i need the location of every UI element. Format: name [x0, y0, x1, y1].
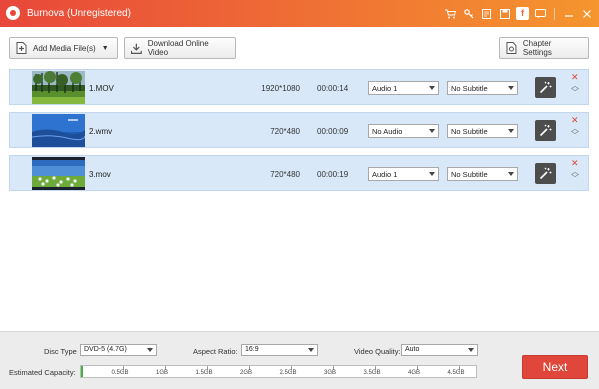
estimated-capacity-label: Estimated Capacity: — [9, 368, 76, 377]
cart-icon[interactable] — [444, 7, 457, 20]
capacity-tick-label: 3.5GB — [363, 370, 381, 376]
move-down-icon[interactable]: ﹀ — [571, 89, 579, 97]
key-icon[interactable] — [462, 7, 475, 20]
dropdown-arrow-icon — [429, 86, 435, 90]
burnova-logo-icon — [6, 6, 20, 20]
capacity-tick-label: 0.5GB — [111, 370, 129, 376]
audio-track-select[interactable]: Audio 1 — [368, 167, 439, 181]
capacity-tick-label: 4.5GB — [447, 370, 465, 376]
register-icon[interactable] — [480, 7, 493, 20]
file-name: 3.mov — [89, 170, 111, 179]
minimize-icon[interactable] — [562, 7, 575, 20]
dropdown-arrow-icon — [508, 172, 514, 176]
magic-wand-icon — [539, 124, 552, 137]
chapter-settings-label: Chapter Settings — [522, 39, 552, 57]
title-bar-separator — [554, 7, 555, 20]
audio-track-value: Audio 1 — [372, 170, 398, 179]
next-button[interactable]: Next — [522, 355, 588, 379]
dropdown-arrow-icon — [508, 86, 514, 90]
disc-type-value: DVD-5 (4.7G) — [84, 346, 127, 353]
file-resolution: 1920*1080 — [261, 84, 300, 93]
capacity-tick-label: 1GB — [155, 370, 169, 376]
audio-track-select[interactable]: No Audio — [368, 124, 439, 138]
facebook-icon[interactable]: f — [516, 7, 529, 20]
file-resolution: 720*480 — [270, 127, 300, 136]
video-thumbnail — [32, 157, 85, 190]
edit-video-button[interactable] — [535, 163, 556, 184]
audio-track-select[interactable]: Audio 1 — [368, 81, 439, 95]
file-row[interactable]: 2.wmv 720*480 00:00:09 No Audio No Subti… — [9, 112, 589, 148]
audio-track-value: Audio 1 — [372, 84, 398, 93]
title-bar-icons: f — [444, 6, 593, 21]
subtitle-select[interactable]: No Subtitle — [447, 124, 518, 138]
file-duration: 00:00:14 — [317, 84, 349, 93]
chat-icon[interactable] — [534, 7, 547, 20]
file-duration: 00:00:19 — [317, 170, 349, 179]
capacity-tick-label: 1.5GB — [195, 370, 213, 376]
subtitle-select[interactable]: No Subtitle — [447, 81, 518, 95]
title-bar: Burnova (Unregistered) f — [0, 0, 599, 27]
toolbar: Add Media File(s) ▼ Download Online Vide… — [0, 27, 599, 63]
capacity-fill — [81, 366, 83, 377]
dropdown-arrow-icon — [429, 129, 435, 133]
video-quality-label: Video Quality: — [354, 347, 401, 356]
video-quality-value: Auto — [405, 346, 420, 353]
file-name: 1.MOV — [89, 84, 114, 93]
magic-wand-icon — [539, 167, 552, 180]
capacity-tick-label: 2.5GB — [279, 370, 297, 376]
subtitle-value: No Subtitle — [451, 170, 488, 179]
subtitle-select[interactable]: No Subtitle — [447, 167, 518, 181]
download-online-video-button[interactable]: Download Online Video — [124, 37, 236, 59]
file-row[interactable]: 1.MOV 1920*1080 00:00:14 Audio 1 No Subt… — [9, 69, 589, 105]
chapter-settings-button[interactable]: Chapter Settings — [499, 37, 589, 59]
aspect-ratio-label: Aspect Ratio: — [193, 347, 238, 356]
magic-wand-icon — [539, 81, 552, 94]
subtitle-value: No Subtitle — [451, 84, 488, 93]
edit-video-button[interactable] — [535, 120, 556, 141]
save-icon[interactable] — [498, 7, 511, 20]
move-down-icon[interactable]: ﹀ — [571, 175, 579, 183]
add-file-icon — [16, 42, 27, 54]
file-row[interactable]: 3.mov 720*480 00:00:19 Audio 1 No Subtit… — [9, 155, 589, 191]
dropdown-arrow-icon — [508, 129, 514, 133]
add-media-button[interactable]: Add Media File(s) ▼ — [9, 37, 118, 59]
chevron-down-icon[interactable]: ▼ — [102, 45, 109, 52]
close-icon[interactable] — [580, 7, 593, 20]
file-list: 1.MOV 1920*1080 00:00:14 Audio 1 No Subt… — [0, 63, 599, 331]
dropdown-arrow-icon — [468, 348, 474, 352]
disc-type-select[interactable]: DVD-5 (4.7G) — [80, 344, 157, 356]
add-media-label: Add Media File(s) — [33, 43, 96, 53]
capacity-tick-label: 4GB — [407, 370, 421, 376]
video-thumbnail — [32, 114, 85, 147]
disc-settings-panel: Disc Type DVD-5 (4.7G) Aspect Ratio: 16:… — [0, 331, 599, 389]
chapter-settings-icon — [506, 42, 517, 54]
subtitle-value: No Subtitle — [451, 127, 488, 136]
move-down-icon[interactable]: ﹀ — [571, 132, 579, 140]
file-duration: 00:00:09 — [317, 127, 349, 136]
aspect-ratio-value: 16:9 — [245, 346, 259, 353]
dropdown-arrow-icon — [308, 348, 314, 352]
capacity-bar: 0.5GB 1GB 1.5GB 2GB 2.5GB 3GB 3.5GB 4GB 4.5GB — [80, 365, 477, 378]
download-label: Download Online Video — [147, 39, 209, 57]
capacity-tick-label: 2GB — [239, 370, 253, 376]
aspect-ratio-select[interactable]: 16:9 — [241, 344, 318, 356]
video-thumbnail — [32, 71, 85, 104]
dropdown-arrow-icon — [147, 348, 153, 352]
video-quality-select[interactable]: Auto — [401, 344, 478, 356]
window-title: Burnova (Unregistered) — [27, 8, 131, 19]
file-resolution: 720*480 — [270, 170, 300, 179]
dropdown-arrow-icon — [429, 172, 435, 176]
edit-video-button[interactable] — [535, 77, 556, 98]
audio-track-value: No Audio — [372, 127, 403, 136]
capacity-tick-label: 3GB — [323, 370, 337, 376]
file-name: 2.wmv — [89, 127, 113, 136]
download-icon — [131, 43, 142, 54]
disc-type-label: Disc Type — [44, 347, 77, 356]
